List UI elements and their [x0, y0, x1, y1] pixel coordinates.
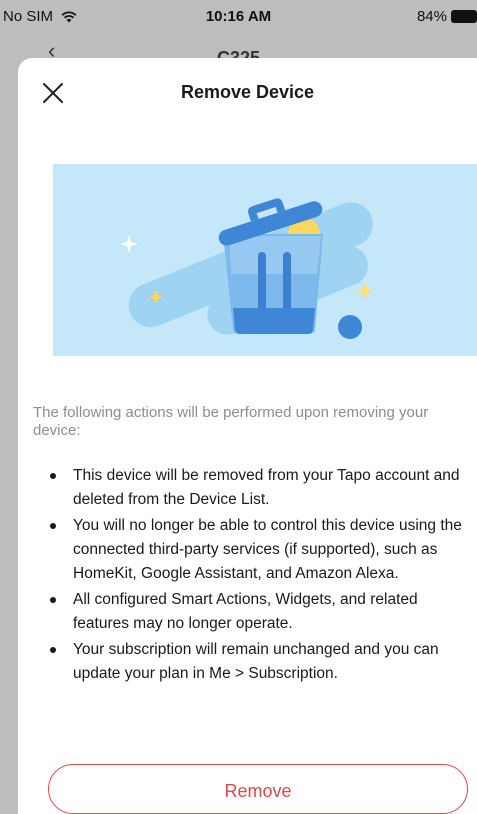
list-item: All configured Smart Actions, Widgets, a… — [33, 588, 473, 636]
remove-device-sheet: Remove Device The following actions will… — [18, 58, 477, 814]
intro-text: The following actions will be performed … — [33, 404, 429, 439]
trash-can-icon — [53, 164, 477, 356]
list-item: This device will be removed from your Ta… — [33, 464, 473, 512]
list-item: You will no longer be able to control th… — [33, 514, 473, 586]
battery-percent: 84% — [416, 8, 447, 25]
list-item: Your subscription will remain unchanged … — [33, 638, 473, 686]
status-time: 10:16 AM — [205, 8, 272, 25]
sheet-title: Remove Device — [180, 82, 315, 102]
status-bar: No SIM 10:16 AM 84% — [0, 0, 477, 44]
remove-button[interactable]: Remove — [48, 764, 468, 814]
battery-icon — [451, 10, 477, 23]
actions-list: This device will be removed from your Ta… — [33, 464, 473, 688]
